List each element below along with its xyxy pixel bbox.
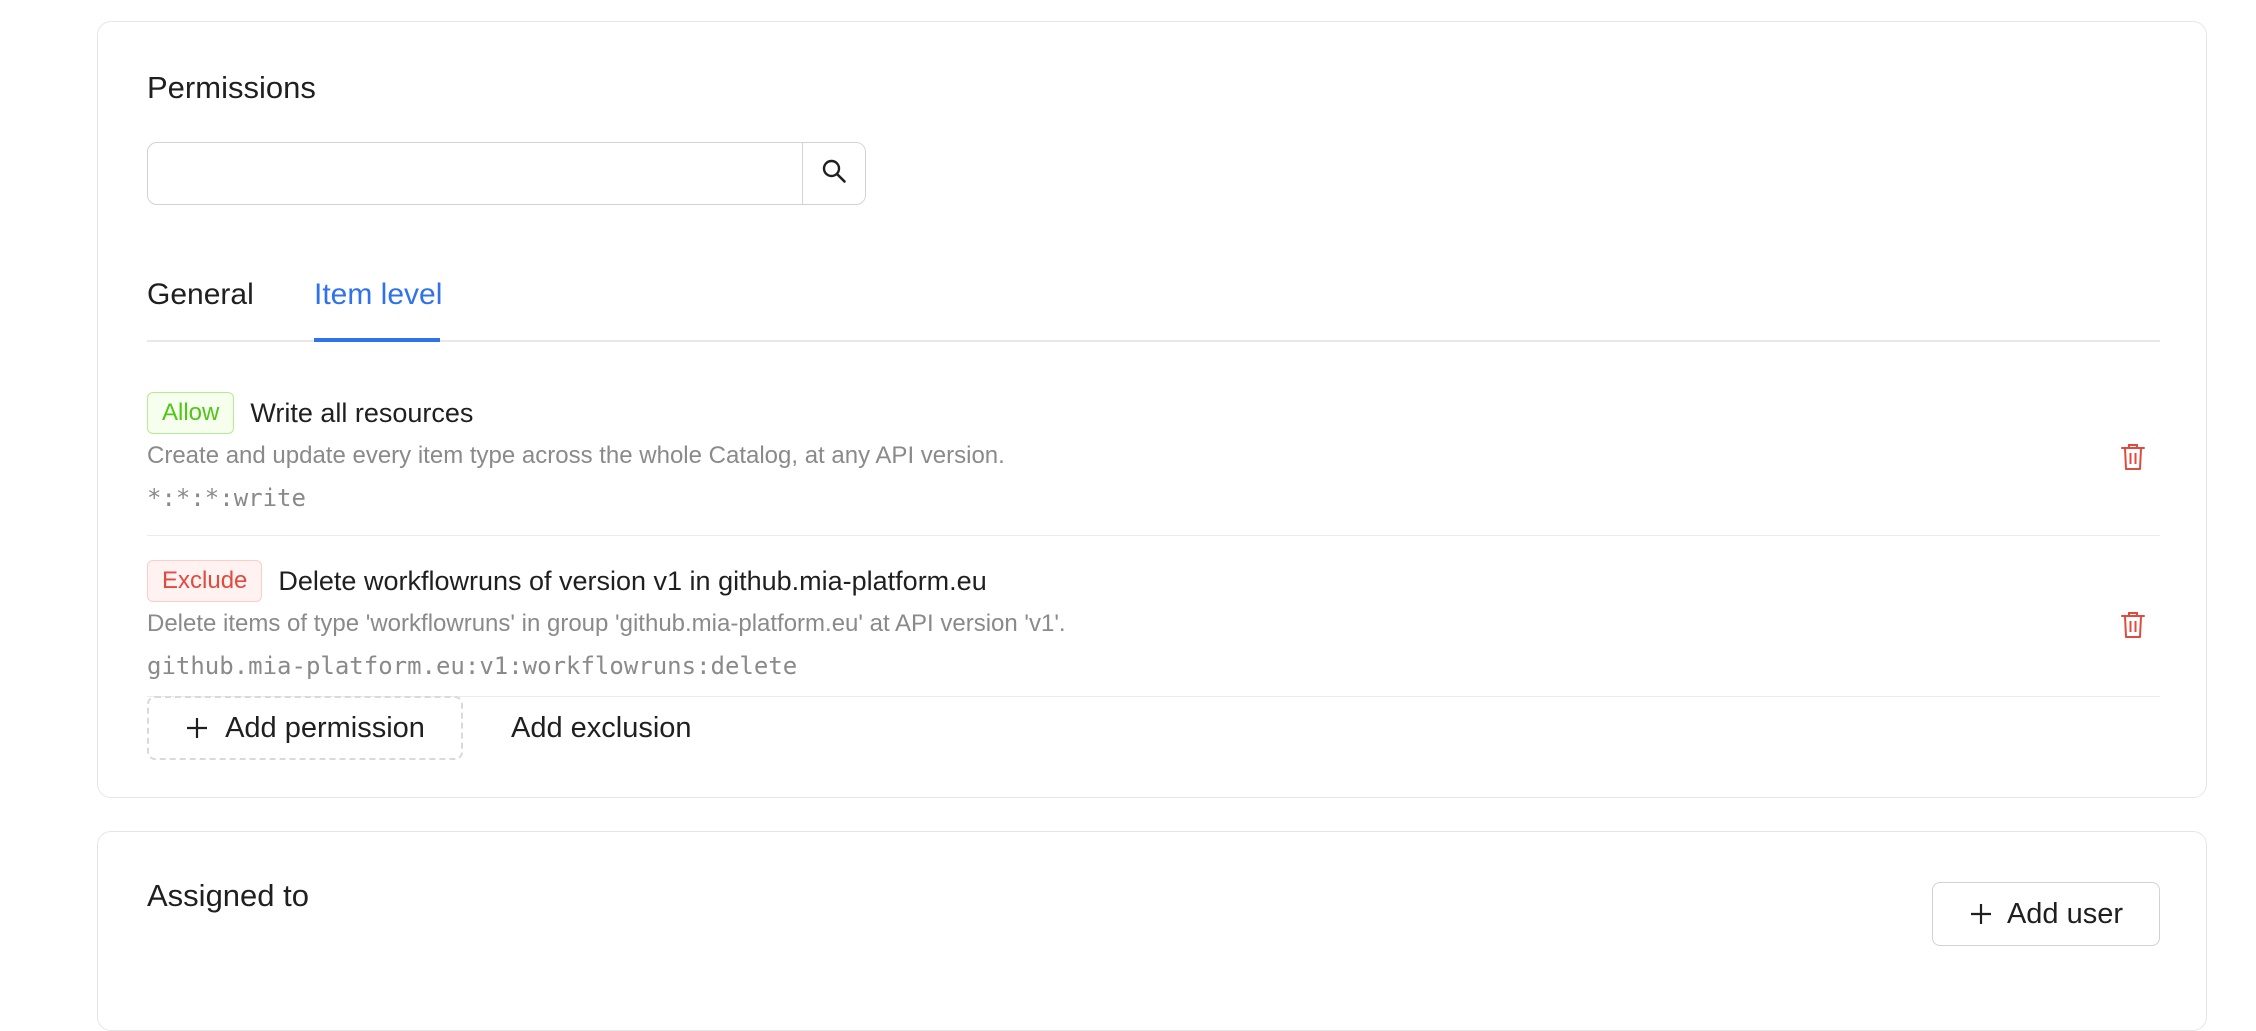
search-input[interactable]	[148, 143, 802, 204]
permission-row: Allow Write all resources Create and upd…	[147, 368, 2160, 536]
add-permission-button[interactable]: Add permission	[147, 696, 463, 760]
trash-icon	[2119, 612, 2147, 644]
active-tab-indicator	[314, 338, 440, 342]
permission-row: Exclude Delete workflowruns of version v…	[147, 536, 2160, 697]
permission-name: Write all resources	[250, 397, 474, 428]
delete-permission-button[interactable]	[2119, 442, 2147, 472]
permissions-title: Permissions	[147, 70, 316, 105]
search-box	[147, 142, 866, 205]
search-button[interactable]	[802, 143, 865, 204]
assigned-to-title: Assigned to	[147, 878, 309, 913]
permission-code: *:*:*:write	[147, 484, 306, 512]
add-exclusion-button[interactable]: Add exclusion	[511, 696, 692, 760]
permissions-card: Permissions General Item level Allow Wri…	[97, 21, 2207, 798]
assigned-to-card: Assigned to Add user	[97, 831, 2207, 1031]
add-user-button[interactable]: Add user	[1932, 882, 2160, 946]
delete-permission-button[interactable]	[2119, 610, 2147, 640]
allow-tag: Allow	[147, 392, 235, 434]
permission-description: Create and update every item type across…	[147, 442, 1005, 469]
search-icon	[821, 158, 847, 189]
permission-tabs: General Item level	[147, 258, 2160, 342]
exclude-tag: Exclude	[147, 560, 263, 602]
plus-icon	[1969, 902, 1993, 926]
trash-icon	[2119, 444, 2147, 476]
tab-general[interactable]: General	[147, 278, 254, 312]
permission-description: Delete items of type 'workflowruns' in g…	[147, 610, 1066, 637]
permission-name: Delete workflowruns of version v1 in git…	[278, 565, 987, 596]
permission-header: Allow Write all resources	[147, 392, 473, 434]
permission-header: Exclude Delete workflowruns of version v…	[147, 560, 987, 602]
permission-code: github.mia-platform.eu:v1:workflowruns:d…	[147, 652, 798, 680]
tab-item-level[interactable]: Item level	[314, 278, 442, 312]
add-permission-label: Add permission	[225, 711, 425, 744]
add-user-label: Add user	[2006, 897, 2124, 930]
plus-icon	[185, 716, 209, 740]
